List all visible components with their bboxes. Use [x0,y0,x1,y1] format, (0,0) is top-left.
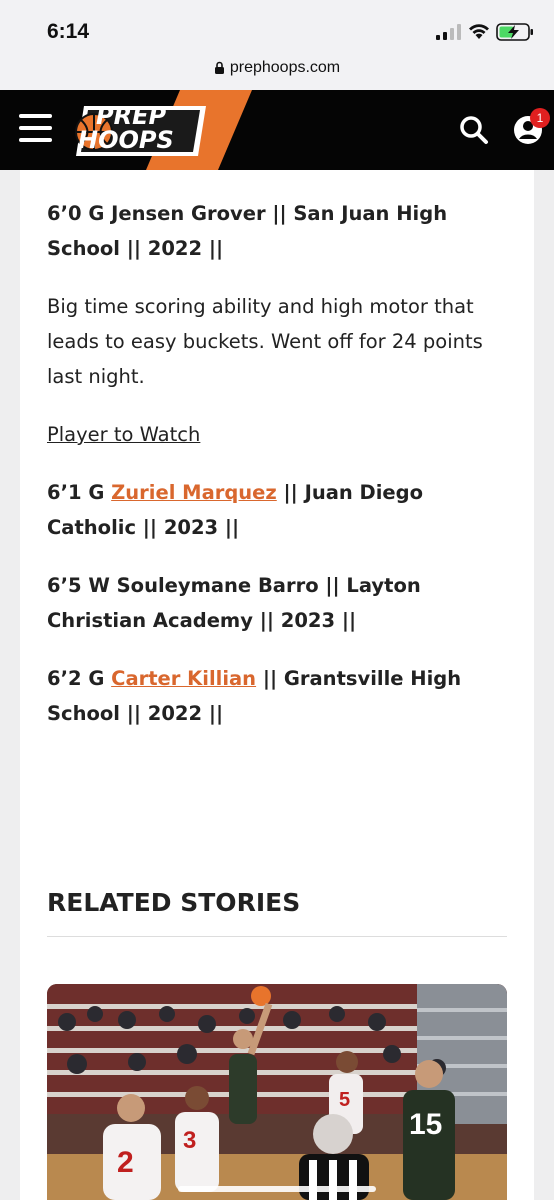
search-icon[interactable] [458,114,490,146]
hamburger-menu-icon[interactable] [19,114,52,144]
player-entry-1: 6’0 G Jensen Grover || San Juan High Sch… [47,202,448,260]
home-indicator [178,1186,376,1192]
player-entry-2-prefix: 6’1 G [47,481,112,504]
status-bar: 6:14 [0,0,554,60]
lock-icon [214,61,224,74]
notification-badge[interactable]: 1 [530,108,550,128]
url-text: prephoops.com [229,59,341,76]
logo-line-1: PREP [96,102,167,130]
wifi-icon [469,24,489,39]
related-story-image[interactable]: 5 15 2 3 [47,984,507,1200]
svg-text:3: 3 [183,1127,196,1154]
address-bar[interactable]: prephoops.com [0,56,554,90]
player-link-carter-killian[interactable]: Carter Killian [111,667,256,690]
player-description-1: Big time scoring ability and high motor … [47,295,483,388]
player-entry-4-prefix: 6’2 G [47,667,112,690]
status-time: 6:14 [47,20,90,43]
player-link-zuriel-marquez[interactable]: Zuriel Marquez [111,481,277,504]
logo-line-2: HOOPS [78,126,174,154]
battery-charging-icon [496,23,533,41]
player-to-watch-link[interactable]: Player to Watch [47,423,200,446]
cellular-signal-icon [436,24,461,40]
article-body: 6’0 G Jensen Grover || San Juan High Sch… [47,196,517,754]
svg-text:5: 5 [339,1089,350,1111]
svg-text:2: 2 [117,1146,134,1179]
player-entry-2: 6’1 G Zuriel Marquez || Juan Diego Catho… [47,475,517,545]
player-entry-3: 6’5 W Souleymane Barro || Layton Christi… [47,574,421,632]
related-stories-heading: RELATED STORIES [47,888,301,917]
svg-text:15: 15 [409,1108,442,1141]
related-divider [47,936,507,937]
player-entry-4: 6’2 G Carter Killian || Grantsville High… [47,661,517,731]
